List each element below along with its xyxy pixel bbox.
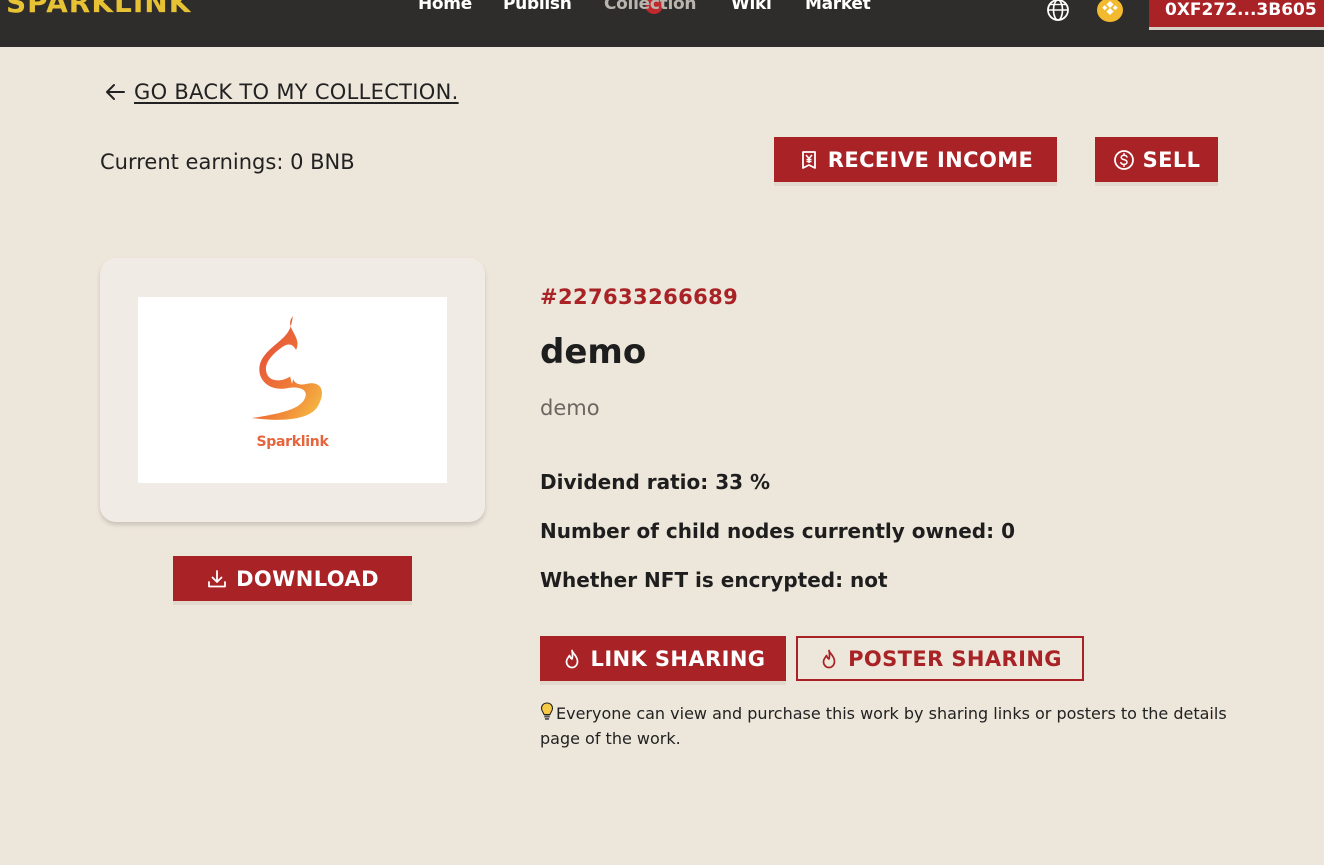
current-earnings: Current earnings: 0 BNB [100, 150, 355, 174]
flame-icon [822, 649, 836, 668]
download-label: DOWNLOAD [236, 566, 379, 591]
poster-sharing-button[interactable]: POSTER SHARING [796, 636, 1084, 681]
link-sharing-label: LINK SHARING [590, 646, 766, 671]
sell-label: SELL [1142, 147, 1201, 172]
wallet-address-button[interactable]: 0XF272...3B605 [1149, 0, 1324, 27]
download-icon [208, 569, 226, 587]
receive-income-button[interactable]: RECEIVE INCOME [774, 137, 1057, 182]
sharing-tip: Everyone can view and purchase this work… [540, 701, 1230, 751]
dividend-ratio: Dividend ratio: 33 % [540, 470, 771, 494]
lightbulb-icon [540, 702, 554, 720]
dollar-circle-icon [1113, 149, 1134, 170]
nav-market[interactable]: Market [805, 0, 871, 14]
sparklink-logo[interactable]: SPARKLINK [6, 0, 191, 19]
bnb-icon[interactable] [1097, 0, 1123, 22]
poster-sharing-label: POSTER SHARING [848, 646, 1062, 671]
receive-income-label: RECEIVE INCOME [827, 147, 1034, 172]
nav-collection[interactable]: Collection [604, 0, 696, 14]
back-link-label: GO BACK TO MY COLLECTION. [134, 80, 459, 104]
yen-receipt-icon [801, 150, 816, 169]
work-description: demo [540, 396, 600, 420]
sharing-tip-text: Everyone can view and purchase this work… [540, 704, 1227, 748]
flame-icon [565, 649, 578, 668]
download-button[interactable]: DOWNLOAD [173, 556, 412, 601]
nft-image-card: Sparklink [100, 258, 485, 522]
link-sharing-button[interactable]: LINK SHARING [540, 636, 786, 681]
globe-icon[interactable] [1046, 0, 1070, 22]
nav-publish[interactable]: Publish [503, 0, 572, 14]
token-id: #227633266689 [540, 285, 739, 309]
back-to-collection-link[interactable]: GO BACK TO MY COLLECTION. [104, 78, 459, 106]
child-nodes-count: Number of child nodes currently owned: 0 [540, 519, 1015, 543]
work-title: demo [540, 332, 647, 372]
nft-image: Sparklink [138, 297, 447, 483]
sell-button[interactable]: SELL [1095, 137, 1218, 182]
sparklink-flame-logo [252, 316, 322, 420]
top-nav-bar: SPARKLINK Home Publish Collection Wiki M… [0, 0, 1324, 47]
nav-home[interactable]: Home [418, 0, 472, 14]
image-brand-text: Sparklink [256, 434, 329, 450]
arrow-left-icon [106, 84, 125, 100]
encryption-status: Whether NFT is encrypted: not [540, 568, 888, 592]
nav-wiki[interactable]: Wiki [731, 0, 772, 14]
